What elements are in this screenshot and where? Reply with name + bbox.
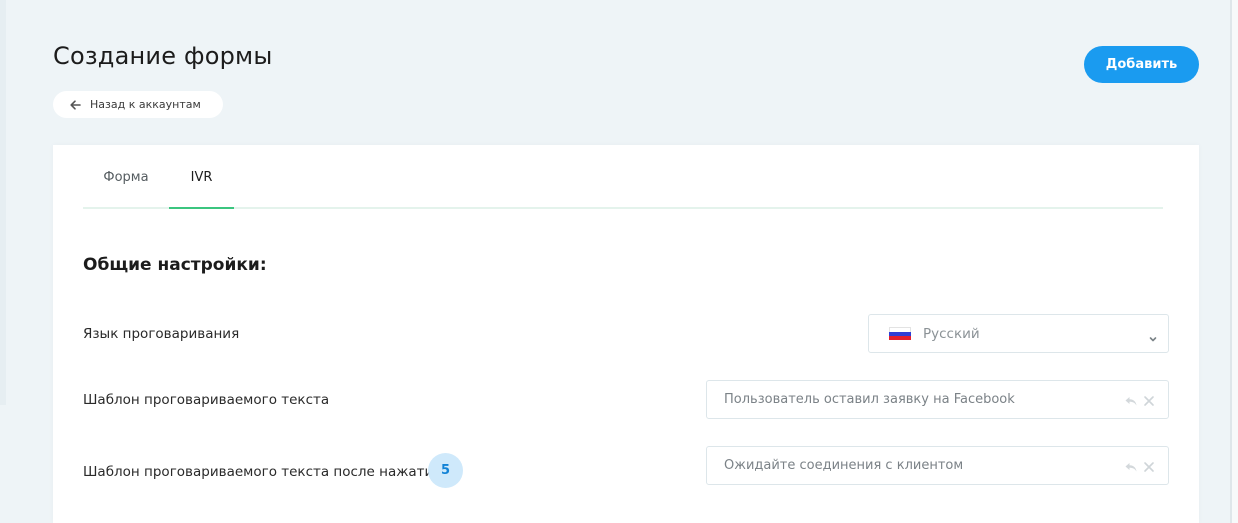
undo-icon[interactable] <box>1124 459 1138 473</box>
tab-ivr[interactable]: IVR <box>169 145 234 209</box>
active-tab-indicator <box>169 207 234 209</box>
language-select-value: Русский <box>923 325 980 342</box>
page-title: Создание формы <box>53 42 273 70</box>
template-input[interactable]: Пользователь оставил заявку на Facebook <box>706 380 1169 419</box>
back-to-accounts-button[interactable]: Назад к аккаунтам <box>53 91 223 118</box>
form-card: Форма IVR Общие настройки: Язык проговар… <box>53 145 1199 523</box>
template-after-press-label: Шаблон проговариваемого текста после наж… <box>83 464 442 480</box>
add-button[interactable]: Добавить <box>1084 46 1199 83</box>
section-title: Общие настройки: <box>83 255 267 275</box>
template-after-press-value: Ожидайте соединения с клиентом <box>724 458 964 473</box>
clear-icon[interactable] <box>1142 393 1156 407</box>
template-input-value: Пользователь оставил заявку на Facebook <box>724 392 1015 407</box>
arrow-left-icon <box>69 99 81 111</box>
template-label: Шаблон проговариваемого текста <box>83 392 330 408</box>
tab-bar: Форма IVR <box>83 145 1163 209</box>
undo-icon[interactable] <box>1124 393 1138 407</box>
tab-form[interactable]: Форма <box>83 145 169 209</box>
clear-icon[interactable] <box>1142 459 1156 473</box>
language-select[interactable]: Русский <box>868 314 1169 353</box>
chevron-down-icon <box>1148 329 1158 342</box>
scrollbar-track[interactable] <box>1232 0 1238 523</box>
russia-flag-icon <box>889 326 911 341</box>
page-left-edge <box>0 0 6 405</box>
count-badge: 5 <box>428 453 463 488</box>
back-button-label: Назад к аккаунтам <box>90 98 201 111</box>
language-label: Язык проговаривания <box>83 326 240 342</box>
template-after-press-input[interactable]: Ожидайте соединения с клиентом <box>706 446 1169 485</box>
